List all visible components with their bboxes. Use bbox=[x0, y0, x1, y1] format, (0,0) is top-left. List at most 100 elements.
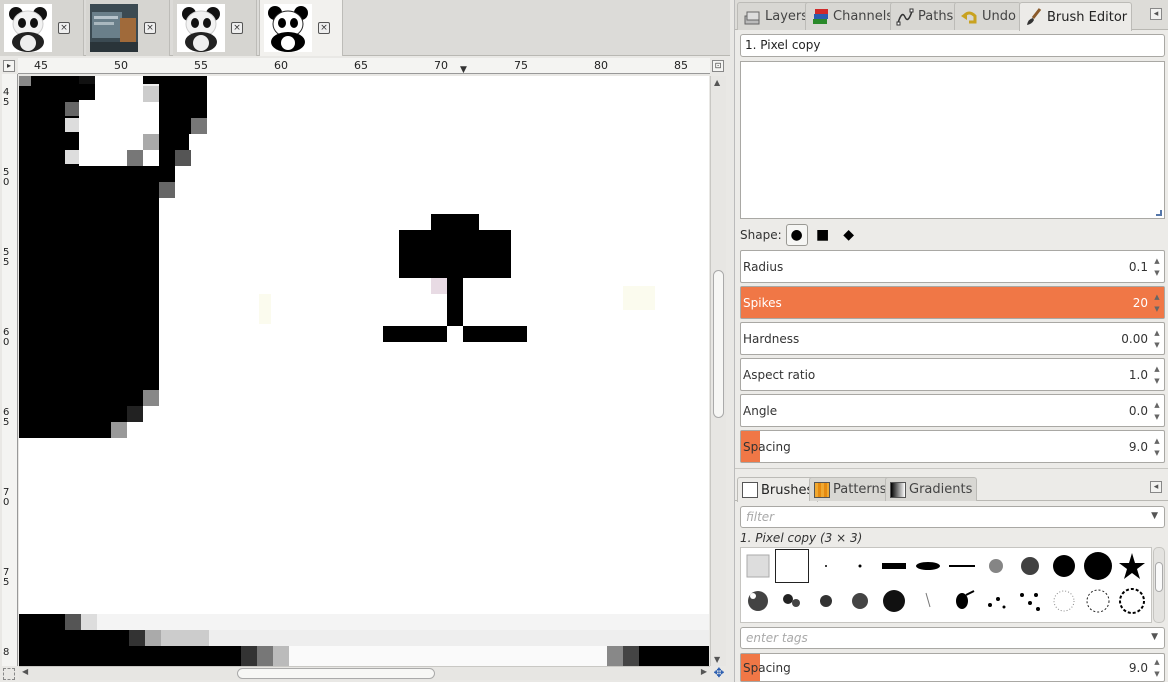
spikes-spinner[interactable]: Spikes 20 ▲ ▼ bbox=[740, 286, 1165, 319]
navigate-menu-icon[interactable]: ⊡ bbox=[712, 60, 724, 72]
brush-swatch[interactable] bbox=[1081, 584, 1115, 618]
radius-spinner[interactable]: Radius 0.1 ▲ ▼ bbox=[740, 250, 1165, 283]
spin-arrows-icon[interactable]: ▲ ▼ bbox=[1152, 656, 1162, 680]
brush-swatch[interactable] bbox=[1013, 549, 1047, 583]
bottom-band-pixels bbox=[129, 630, 145, 646]
brush-swatch[interactable] bbox=[911, 584, 945, 618]
image-canvas[interactable] bbox=[19, 76, 709, 666]
spin-arrows-icon[interactable]: ▲ ▼ bbox=[1152, 363, 1162, 387]
scroll-up-icon[interactable]: ▲ bbox=[714, 78, 720, 87]
brush-swatch[interactable] bbox=[809, 584, 843, 618]
tab-channels[interactable]: Channels bbox=[805, 2, 899, 30]
spin-arrows-icon[interactable]: ▲ ▼ bbox=[1152, 255, 1162, 279]
tab-paths[interactable]: Paths bbox=[890, 2, 959, 30]
spinner-label: Aspect ratio bbox=[743, 368, 816, 382]
brush-swatch[interactable] bbox=[877, 549, 911, 583]
brush-filter-combo[interactable]: filter ▼ bbox=[740, 506, 1165, 528]
tab-patterns[interactable]: Patterns bbox=[809, 477, 892, 501]
scrollbar-thumb[interactable] bbox=[1155, 562, 1163, 592]
spinner-label: Hardness bbox=[743, 332, 800, 346]
angle-spinner[interactable]: Angle 0.0 ▲ ▼ bbox=[740, 394, 1165, 427]
brush-swatch[interactable] bbox=[877, 584, 911, 618]
spin-arrows-icon[interactable]: ▲ ▼ bbox=[1152, 435, 1162, 459]
brush-swatch[interactable] bbox=[741, 549, 775, 583]
bottom-band-pixels bbox=[145, 630, 161, 646]
circle-shape-button[interactable]: ● bbox=[785, 224, 808, 246]
dropdown-arrow-icon[interactable]: ▼ bbox=[1151, 632, 1158, 642]
brush-swatch[interactable] bbox=[843, 549, 877, 583]
ruler-label: 7 5 bbox=[3, 567, 10, 588]
close-tab-icon[interactable]: × bbox=[58, 22, 70, 34]
spinner-fill bbox=[741, 287, 1164, 318]
resize-grip-icon[interactable] bbox=[1156, 210, 1162, 216]
horizontal-scrollbar[interactable]: ◀ ▶ bbox=[19, 666, 710, 680]
square-shape-button[interactable]: ■ bbox=[812, 224, 834, 246]
brush-tags-combo[interactable]: enter tags ▼ bbox=[740, 627, 1165, 649]
panel-menu-icon[interactable]: ◂ bbox=[1150, 481, 1162, 493]
dock-menu-icon[interactable]: ◂ bbox=[1150, 8, 1162, 20]
scroll-left-icon[interactable]: ◀ bbox=[22, 667, 28, 676]
brushes-spacing-spinner[interactable]: Spacing 9.0 ▲ ▼ bbox=[740, 653, 1165, 682]
brush-swatch[interactable] bbox=[911, 549, 945, 583]
brush-swatch[interactable] bbox=[843, 584, 877, 618]
brush-swatch[interactable] bbox=[741, 584, 775, 618]
navigate-icon[interactable]: ✥ bbox=[712, 667, 726, 681]
brush-swatch[interactable] bbox=[1081, 549, 1115, 583]
brush-grid-scrollbar[interactable] bbox=[1153, 547, 1165, 623]
tab-brush-editor[interactable]: Brush Editor bbox=[1019, 2, 1133, 31]
spinner-label: Radius bbox=[743, 260, 784, 274]
brush-swatch[interactable] bbox=[775, 584, 809, 618]
spinner-value: 9.0 bbox=[1128, 661, 1148, 675]
tab-undo[interactable]: Undo bbox=[954, 2, 1021, 30]
close-tab-icon[interactable]: × bbox=[231, 22, 243, 34]
scrollbar-thumb[interactable] bbox=[237, 668, 435, 679]
diamond-shape-button[interactable]: ◆ bbox=[838, 224, 860, 246]
tab-brushes[interactable]: Brushes bbox=[737, 477, 819, 502]
brush-swatch[interactable] bbox=[979, 584, 1013, 618]
tab-label: Brushes bbox=[761, 482, 814, 498]
tab-gradients[interactable]: Gradients bbox=[885, 477, 978, 501]
spacing-spinner[interactable]: Spacing 9.0 ▲ ▼ bbox=[740, 430, 1165, 463]
spin-arrows-icon[interactable]: ▲ ▼ bbox=[1152, 399, 1162, 423]
star-brush-swatch[interactable] bbox=[1115, 549, 1149, 583]
brush-swatch[interactable] bbox=[1047, 584, 1081, 618]
brush-swatch[interactable] bbox=[945, 549, 979, 583]
spinner-value: 0.00 bbox=[1121, 332, 1148, 346]
spin-arrows-icon[interactable]: ▲ ▼ bbox=[1152, 291, 1162, 315]
tab-layers[interactable]: Layers bbox=[737, 2, 814, 30]
ruler-label: 8 bbox=[3, 647, 10, 658]
close-tab-icon[interactable]: × bbox=[318, 22, 330, 34]
spin-arrows-icon[interactable]: ▲ ▼ bbox=[1152, 327, 1162, 351]
brush-swatch[interactable] bbox=[1047, 549, 1081, 583]
brush-swatch[interactable] bbox=[1115, 584, 1149, 618]
hardness-spinner[interactable]: Hardness 0.00 ▲ ▼ bbox=[740, 322, 1165, 355]
image-tab-panda-2[interactable]: × bbox=[173, 0, 257, 56]
brush-swatch[interactable] bbox=[1013, 584, 1047, 618]
quick-mask-toggle-icon[interactable] bbox=[3, 668, 15, 680]
ruler-label: 80 bbox=[594, 59, 608, 72]
brush-name-field[interactable]: 1. Pixel copy bbox=[740, 34, 1165, 57]
spinner-value: 20 bbox=[1132, 296, 1148, 310]
scrollbar-thumb[interactable] bbox=[713, 270, 724, 418]
brush-swatch[interactable] bbox=[809, 549, 843, 583]
faint-pixels bbox=[259, 294, 271, 324]
dropdown-arrow-icon[interactable]: ▼ bbox=[1151, 511, 1158, 521]
aspect-ratio-spinner[interactable]: Aspect ratio 1.0 ▲ ▼ bbox=[740, 358, 1165, 391]
ruler-label: 4 5 bbox=[3, 87, 10, 108]
image-tab-panda-1[interactable]: × bbox=[0, 0, 84, 56]
brush-icon bbox=[1024, 7, 1044, 27]
bird-brush-swatch[interactable] bbox=[945, 584, 979, 618]
scroll-right-icon[interactable]: ▶ bbox=[701, 667, 707, 676]
close-tab-icon[interactable]: × bbox=[144, 22, 156, 34]
vertical-ruler[interactable]: 4 5 5 0 5 5 6 0 6 5 7 0 7 5 8 bbox=[2, 74, 18, 666]
brush-swatch[interactable] bbox=[979, 549, 1013, 583]
scroll-down-icon[interactable]: ▼ bbox=[714, 655, 720, 664]
vertical-scrollbar[interactable]: ▲ ▼ bbox=[710, 76, 726, 666]
dock-separator[interactable] bbox=[735, 468, 1168, 473]
horizontal-ruler[interactable]: 45 50 55 60 65 70 75 80 85 ▼ bbox=[18, 58, 710, 74]
quick-mask-menu-icon[interactable]: ▸ bbox=[3, 60, 15, 72]
brush-grid[interactable] bbox=[740, 547, 1152, 623]
image-tab-panda-3[interactable]: × bbox=[259, 0, 343, 57]
image-tab-screenshot[interactable]: × bbox=[86, 0, 170, 56]
brush-swatch[interactable] bbox=[775, 549, 809, 583]
